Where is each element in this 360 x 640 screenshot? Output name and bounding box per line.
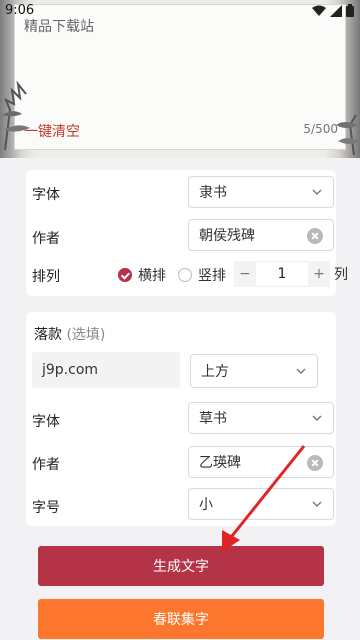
inscription-title: 落款 (选填)	[34, 324, 105, 344]
wifi-icon	[312, 5, 326, 16]
character-counter: 5/500	[303, 122, 338, 136]
radio-vertical-label: 竖排	[198, 268, 226, 284]
column-stepper: − 1 + 列	[234, 261, 348, 287]
clear-icon[interactable]	[307, 455, 323, 471]
chevron-down-icon	[312, 415, 322, 421]
signature-author-value: 乙瑛碑	[199, 455, 241, 471]
signature-author-label: 作者	[32, 457, 60, 473]
inscription-card: 落款 (选填) j9p.com 上方 字体 草书 作者 乙瑛碑 字号 小	[26, 312, 336, 526]
size-label: 字号	[32, 500, 60, 516]
font-label: 字体	[32, 187, 60, 203]
size-select[interactable]: 小	[188, 488, 334, 520]
radio-horizontal-label: 横排	[138, 268, 166, 284]
checked-radio-icon	[118, 268, 132, 282]
signature-font-select[interactable]: 草书	[188, 402, 334, 434]
column-unit-label: 列	[334, 267, 348, 283]
radio-horizontal[interactable]: 横排	[118, 265, 166, 285]
font-select[interactable]: 隶书	[188, 176, 334, 208]
inscription-title-text: 落款	[34, 327, 62, 343]
author-input-value: 朝侯残碑	[199, 228, 255, 244]
minus-button[interactable]: −	[234, 261, 256, 287]
signature-font-value: 草书	[199, 411, 227, 427]
inscription-input-value: j9p.com	[42, 362, 99, 378]
status-icons	[312, 4, 354, 17]
size-select-value: 小	[199, 497, 213, 513]
unchecked-radio-icon	[178, 268, 192, 282]
signal-icon	[330, 4, 342, 17]
author-label: 作者	[32, 231, 60, 247]
main-settings-card: 字体 隶书 作者 朝侯残碑 排列 横排 竖排 − 1 + 列	[26, 170, 348, 296]
inscription-input[interactable]: j9p.com	[32, 352, 180, 388]
signature-font-label: 字体	[32, 414, 60, 430]
chevron-down-icon	[312, 501, 322, 507]
battery-icon	[346, 4, 354, 17]
plus-button[interactable]: +	[308, 261, 330, 287]
layout-label: 排列	[32, 269, 60, 285]
clear-all-button[interactable]: 一键清空	[24, 121, 80, 141]
column-count-input[interactable]: 1	[256, 261, 308, 287]
position-select-value: 上方	[201, 364, 229, 380]
chevron-down-icon	[312, 189, 322, 195]
text-input-value[interactable]: 精品下载站	[24, 16, 94, 36]
radio-vertical[interactable]: 竖排	[178, 265, 226, 285]
couplet-collect-button[interactable]: 春联集字	[38, 599, 324, 639]
author-input[interactable]: 朝侯残碑	[188, 219, 334, 251]
generate-text-button[interactable]: 生成文字	[38, 546, 324, 586]
text-input-panel: 9:06 精品下载站 一键清空 5/500	[0, 0, 360, 158]
clear-icon[interactable]	[307, 228, 323, 244]
signature-author-input[interactable]: 乙瑛碑	[188, 446, 334, 478]
font-select-value: 隶书	[199, 185, 227, 201]
position-select[interactable]: 上方	[190, 354, 318, 388]
optional-hint: (选填)	[66, 327, 106, 343]
chevron-down-icon	[296, 368, 306, 374]
